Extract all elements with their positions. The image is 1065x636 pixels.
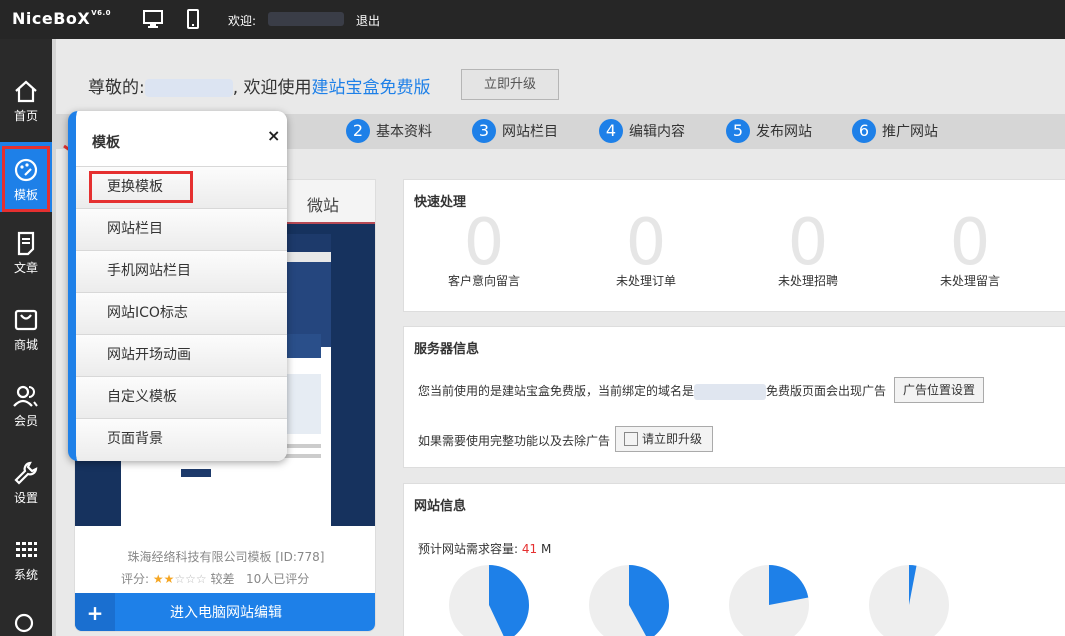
- highlight-box: [89, 171, 193, 203]
- server-info-text: 您当前使用的是建站宝盒免费版，当前绑定的域名是 免费版页面会出现广告: [418, 383, 887, 400]
- greeting: 尊敬的: , 欢迎使用建站宝盒免费版: [88, 73, 431, 98]
- highlight-box: [2, 146, 50, 212]
- sidebar-item-shop[interactable]: 商城: [0, 306, 52, 376]
- quick-item-messages[interactable]: 0 未处理留言: [890, 208, 1050, 289]
- capacity-text: 预计网站需求容量: 41 M: [418, 542, 552, 556]
- welcome-text: 欢迎:: [228, 14, 257, 28]
- panel-title: 网站信息: [414, 499, 467, 514]
- template-rating: 评分: ★★☆☆☆ 较差 10人已评分: [121, 572, 310, 586]
- menu-item-favicon[interactable]: 网站ICO标志: [76, 292, 287, 334]
- document-icon: [0, 229, 52, 257]
- sidebar-item-system[interactable]: 系统: [0, 536, 52, 606]
- sidebar-item-label: 文章: [13, 261, 38, 275]
- sidebar-item-search[interactable]: [0, 609, 52, 636]
- quick-panel: 快速处理 0 客户意向留言 0 未处理订单 0 未处理招聘 0 未处理留言: [403, 179, 1065, 312]
- home-icon: [0, 1, 52, 105]
- menu-item-change-template[interactable]: 更换模板: [76, 166, 287, 208]
- menu-item-page-background[interactable]: 页面背景: [76, 418, 287, 461]
- template-name: 珠海经络科技有限公司模板 [ID:778]: [127, 550, 325, 564]
- popup-header: 模板 ×: [76, 111, 287, 166]
- tab-micro-site[interactable]: 微站: [307, 192, 339, 216]
- plus-icon: +: [75, 593, 115, 631]
- greeting-prefix: 尊敬的:: [88, 78, 145, 98]
- wrench-icon: [0, 459, 52, 487]
- stars-empty: ☆☆☆: [174, 572, 207, 586]
- sidebar-item-label: 商城: [13, 338, 38, 352]
- sidebar-item-settings[interactable]: 设置: [0, 459, 52, 529]
- desktop-icon[interactable]: [142, 8, 164, 34]
- top-bar: NiceBoXV6.0 欢迎: 退出: [0, 0, 1065, 39]
- step-3[interactable]: 3 网站栏目: [472, 119, 558, 143]
- sidebar-item-template[interactable]: 模板: [0, 142, 52, 212]
- quick-item-recruitment[interactable]: 0 未处理招聘: [728, 208, 888, 289]
- enter-pc-editor-button[interactable]: + 进入电脑网站编辑: [75, 593, 375, 631]
- product-link[interactable]: 建站宝盒免费版: [312, 78, 431, 98]
- usage-pie-4: [869, 565, 949, 636]
- bag-icon: [0, 306, 52, 334]
- greeting-middle: , 欢迎使用: [232, 78, 312, 98]
- sidebar-item-home[interactable]: 首页: [0, 39, 52, 123]
- sidebar-item-label: 首页: [13, 109, 38, 123]
- logout-link[interactable]: 退出: [356, 12, 380, 29]
- menu-item-site-columns[interactable]: 网站栏目: [76, 208, 287, 250]
- ad-position-button[interactable]: 广告位置设置: [894, 377, 984, 403]
- mobile-icon[interactable]: [184, 8, 202, 34]
- panel-title: 服务器信息: [414, 342, 480, 357]
- username-redacted: [268, 12, 344, 26]
- stars-filled: ★★: [152, 572, 175, 586]
- sidebar-item-label: 会员: [13, 414, 38, 428]
- domain-redacted: [694, 383, 767, 400]
- upgrade-button[interactable]: 请立即升级: [615, 426, 713, 452]
- menu-item-custom-template[interactable]: 自定义模板: [76, 376, 287, 418]
- search-icon: [0, 609, 52, 636]
- sidebar-item-label: 设置: [13, 491, 38, 505]
- upgrade-hint-text: 如果需要使用完整功能以及去除广告: [418, 434, 611, 448]
- usage-pie-3: [729, 565, 809, 636]
- usage-pie-1: [449, 565, 529, 636]
- username-redacted: [144, 79, 233, 97]
- step-6[interactable]: 6 推广网站: [852, 119, 938, 143]
- quick-item-orders[interactable]: 0 未处理订单: [566, 208, 726, 289]
- quick-item-inquiries[interactable]: 0 客户意向留言: [404, 208, 564, 289]
- left-sidebar: 首页 模板 文章 商城 会员 设置 系统: [0, 39, 52, 636]
- close-icon[interactable]: ×: [267, 126, 280, 145]
- users-icon: [0, 382, 52, 410]
- upgrade-now-button[interactable]: 立即升级: [461, 69, 559, 100]
- server-info-panel: 服务器信息 您当前使用的是建站宝盒免费版，当前绑定的域名是 免费版页面会出现广告 …: [403, 326, 1065, 468]
- sidebar-item-label: 系统: [13, 568, 38, 582]
- step-2[interactable]: 2 基本资料: [346, 119, 432, 143]
- sidebar-item-members[interactable]: 会员: [0, 382, 52, 452]
- popup-title: 模板: [92, 135, 120, 151]
- grid-icon: [0, 536, 52, 564]
- upgrade-icon: [624, 432, 638, 446]
- menu-item-intro-animation[interactable]: 网站开场动画: [76, 334, 287, 376]
- usage-pie-2: [589, 565, 669, 636]
- site-info-panel: 网站信息 预计网站需求容量: 41 M: [403, 483, 1065, 636]
- step-4[interactable]: 4 编辑内容: [599, 119, 685, 143]
- step-5[interactable]: 5 发布网站: [726, 119, 812, 143]
- sidebar-item-articles[interactable]: 文章: [0, 229, 52, 299]
- menu-item-mobile-columns[interactable]: 手机网站栏目: [76, 250, 287, 292]
- template-popup-menu: 模板 × 更换模板 网站栏目 手机网站栏目 网站ICO标志 网站开场动画 自定义…: [68, 111, 287, 461]
